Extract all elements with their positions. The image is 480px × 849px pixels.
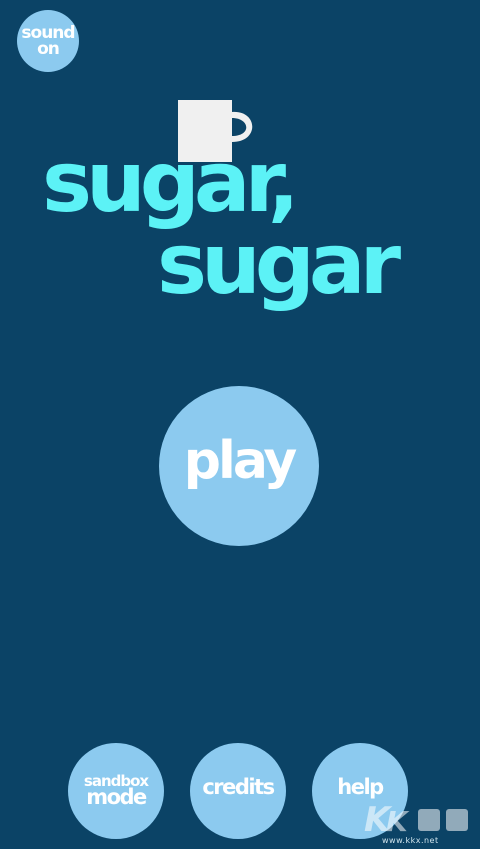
game-title-line-2: sugar bbox=[157, 215, 401, 313]
game-title-line-1: sugar, bbox=[42, 133, 300, 231]
play-button[interactable]: play bbox=[159, 386, 319, 546]
sandbox-mode-button[interactable]: sandbox mode bbox=[68, 743, 164, 839]
play-label: play bbox=[183, 431, 297, 492]
mode-label: mode bbox=[86, 785, 147, 810]
sound-state-label: on bbox=[37, 39, 60, 59]
svg-text:K: K bbox=[386, 805, 410, 838]
sound-toggle-button[interactable]: sound on bbox=[17, 10, 79, 72]
credits-button[interactable]: credits bbox=[190, 743, 286, 839]
credits-label: credits bbox=[202, 775, 275, 800]
watermark-url: www.kkx.net bbox=[382, 836, 439, 845]
